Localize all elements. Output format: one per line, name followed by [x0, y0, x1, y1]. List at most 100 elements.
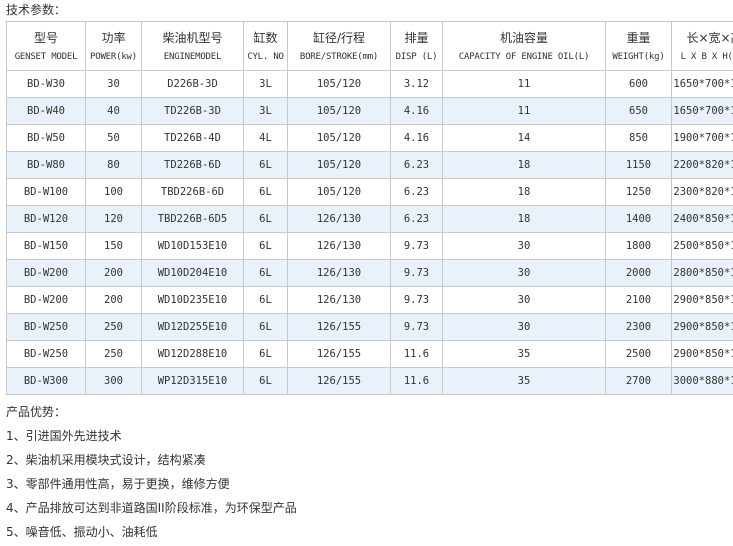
table-cell: 4.16 [390, 124, 443, 152]
table-cell: 1650*700*1230 [671, 70, 733, 98]
table-cell: BD-W200 [6, 286, 86, 314]
table-cell: 30 [442, 232, 606, 260]
table-cell: 11 [442, 97, 606, 125]
table-cell: 850 [605, 124, 672, 152]
table-cell: 6.23 [390, 178, 443, 206]
table-cell: 11.6 [390, 340, 443, 368]
table-cell: 105/120 [287, 97, 391, 125]
advantage-item: 1、引进国外先进技术 [6, 429, 122, 443]
column-header-en: WEIGHT(kg) [612, 52, 665, 62]
table-cell: 2700 [605, 367, 672, 395]
table-cell: 35 [442, 340, 606, 368]
table-cell: 105/120 [287, 124, 391, 152]
table-cell: 126/155 [287, 340, 391, 368]
column-header-cn: 型号 [33, 31, 58, 45]
column-header-cn: 功率 [101, 31, 126, 45]
table-cell: BD-W200 [6, 259, 86, 287]
table-cell: BD-W50 [6, 124, 86, 152]
column-header: 重量 WEIGHT(kg) [605, 21, 672, 71]
table-cell: 200 [85, 259, 142, 287]
advantage-item: 4、产品排放可达到非道路国II阶段标准，为环保型产品 [6, 501, 297, 515]
advantage-item: 3、零部件通用性高，易于更换，维修方便 [6, 477, 230, 491]
column-header: 柴油机型号 ENGINEMODEL [141, 21, 244, 71]
table-cell: 2400*850*1600 [671, 205, 733, 233]
table-cell: 126/155 [287, 313, 391, 341]
table-cell: 2500*850*1500 [671, 232, 733, 260]
table-cell: 6L [243, 313, 288, 341]
table-cell: 4.16 [390, 97, 443, 125]
table-cell: 9.73 [390, 259, 443, 287]
table-cell: WD10D204E10 [141, 259, 244, 287]
table-cell: 2900*850*1720 [671, 286, 733, 314]
table-cell: WP12D315E10 [141, 367, 244, 395]
table-cell: 3L [243, 70, 288, 98]
column-header: 功率 POWER(kw) [85, 21, 142, 71]
table-cell: 600 [605, 70, 672, 98]
table-cell: BD-W80 [6, 151, 86, 179]
table-cell: 105/120 [287, 178, 391, 206]
table-cell: 9.73 [390, 286, 443, 314]
table-cell: 40 [85, 97, 142, 125]
table-cell: 2900*850*1800 [671, 313, 733, 341]
column-header-en: CYL. NO [247, 52, 284, 62]
column-header-cn: 柴油机型号 [162, 31, 223, 45]
table-cell: TD226B-4D [141, 124, 244, 152]
table-cell: BD-W100 [6, 178, 86, 206]
table-row: BD-W100 100 TBD226B-6D 6L 105/120 6.23 18 1250 2… [6, 178, 733, 206]
table-cell: 6.23 [390, 151, 443, 179]
table-row: BD-W120 120 TBD226B-6D5 6L 126/130 6.23 18 1400… [6, 205, 733, 233]
table-cell: 120 [85, 205, 142, 233]
table-row: BD-W40 40 TD226B-3D 3L 105/120 4.16 11 650 1650*… [6, 97, 733, 125]
table-cell: 126/130 [287, 205, 391, 233]
column-header-en: GENSET MODEL [14, 52, 78, 62]
table-cell: 2300*820*1600 [671, 178, 733, 206]
column-header-en: BORE/STROKE(mm) [299, 52, 379, 62]
table-cell: D226B-3D [141, 70, 244, 98]
table-cell: 2300 [605, 313, 672, 341]
table-cell: 30 [85, 70, 142, 98]
table-cell: 1250 [605, 178, 672, 206]
table-cell: 9.73 [390, 232, 443, 260]
table-cell: 6L [243, 340, 288, 368]
table-cell: 18 [442, 151, 606, 179]
table-cell: BD-W40 [6, 97, 86, 125]
table-cell: 6L [243, 151, 288, 179]
table-cell: 9.73 [390, 313, 443, 341]
table-cell: 650 [605, 97, 672, 125]
table-cell: 6L [243, 259, 288, 287]
spec-heading: 技术参数： [6, 3, 67, 17]
table-cell: 30 [442, 313, 606, 341]
table-cell: BD-W30 [6, 70, 86, 98]
table-header-row: 型号 GENSET MODEL 功率 POWER(kw) 柴油机型号 ENGINEMODE… [6, 21, 733, 71]
table-cell: 2800*850*1720 [671, 259, 733, 287]
table-row: BD-W200 200 WD10D204E10 6L 126/130 9.73 30 2000… [6, 259, 733, 287]
table-cell: 30 [442, 286, 606, 314]
table-row: BD-W250 250 WD12D255E10 6L 126/155 9.73 30 2300… [6, 313, 733, 341]
table-cell: TD226B-6D [141, 151, 244, 179]
table-cell: TBD226B-6D [141, 178, 244, 206]
table-cell: 105/120 [287, 151, 391, 179]
table-row: BD-W250 250 WD12D288E10 6L 126/155 11.6 35 2500… [6, 340, 733, 368]
table-cell: BD-W150 [6, 232, 86, 260]
column-header-cn: 机油容量 [499, 31, 548, 45]
table-cell: WD10D153E10 [141, 232, 244, 260]
table-cell: 3000*880*1800 [671, 367, 733, 395]
table-cell: 11.6 [390, 367, 443, 395]
table-cell: 126/130 [287, 259, 391, 287]
table-cell: 1900*700*1400 [671, 124, 733, 152]
table-cell: 6L [243, 178, 288, 206]
table-cell: 6L [243, 205, 288, 233]
table-cell: 4L [243, 124, 288, 152]
table-cell: 1650*700*1290 [671, 97, 733, 125]
table-cell: 6L [243, 367, 288, 395]
table-cell: 6L [243, 232, 288, 260]
column-header-cn: 缸数 [253, 31, 278, 45]
table-row: BD-W300 300 WP12D315E10 6L 126/155 11.6 35 2700… [6, 367, 733, 395]
table-cell: 126/130 [287, 286, 391, 314]
table-cell: WD12D288E10 [141, 340, 244, 368]
table-cell: 126/130 [287, 232, 391, 260]
table-cell: BD-W250 [6, 340, 86, 368]
table-cell: 18 [442, 205, 606, 233]
advantage-item: 2、柴油机采用模块式设计，结构紧凑 [6, 453, 206, 467]
table-cell: 18 [442, 178, 606, 206]
